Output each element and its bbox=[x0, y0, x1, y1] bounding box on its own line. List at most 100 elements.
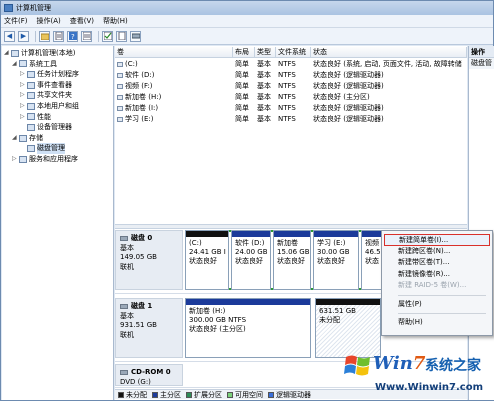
watermark-url: Www.Winwin7.com bbox=[375, 382, 484, 393]
context-menu-item[interactable]: 新建镜像卷(R)... bbox=[384, 269, 490, 281]
menu-action[interactable]: 操作(A) bbox=[37, 16, 61, 26]
legend-label: 未分配 bbox=[126, 390, 147, 399]
volume-cell: 视频 (F:) bbox=[115, 81, 233, 92]
tree-item[interactable]: ▷ 本地用户和组 bbox=[2, 101, 113, 112]
tree-item-label: 存储 bbox=[29, 133, 43, 142]
volume-row[interactable]: 学习 (E:) 简单 基本 NTFS 状态良好 (逻辑驱动器) bbox=[115, 114, 467, 125]
volume-cell: 简单 bbox=[235, 115, 249, 123]
disk-label[interactable]: 磁盘 0 基本 149.05 GB 联机 bbox=[115, 230, 183, 290]
volume-icon bbox=[117, 62, 123, 67]
disk-type: 基本 bbox=[120, 311, 134, 320]
disk-name: 磁盘 1 bbox=[120, 302, 182, 312]
tree-item[interactable]: ◢ 计算机管理(本地) bbox=[2, 48, 113, 59]
menu-bar: 文件(F) 操作(A) 查看(V) 帮助(H) bbox=[1, 15, 493, 28]
col-filesystem[interactable]: 文件系统 bbox=[276, 47, 311, 57]
volume-cell: 状态良好 (系统, 启动, 页面文件, 活动, 故障转储 bbox=[313, 60, 462, 68]
tree-item[interactable]: ◢ 系统工具 bbox=[2, 59, 113, 70]
context-menu-item[interactable]: 属性(P) bbox=[384, 299, 490, 311]
context-menu-item[interactable]: 新建带区卷(T)... bbox=[384, 257, 490, 269]
context-menu-item[interactable]: 帮助(H) bbox=[384, 317, 490, 329]
partition-status: 状态良好 bbox=[235, 257, 263, 265]
tree-item[interactable]: ▷ 任务计划程序 bbox=[2, 69, 113, 80]
partition-status: 状态良好 bbox=[189, 257, 217, 265]
partition[interactable]: 软件 (D:) 24.00 GB 状态良好 bbox=[231, 230, 271, 290]
volume-cell: NTFS bbox=[278, 115, 296, 123]
volume-row[interactable]: 新加卷 (H:) 简单 基本 NTFS 状态良好 (主分区) bbox=[115, 92, 467, 103]
app-icon bbox=[4, 4, 13, 12]
volume-row[interactable]: (C:) 简单 基本 NTFS 状态良好 (系统, 启动, 页面文件, 活动, 故障转储 bbox=[115, 59, 467, 70]
expand-arrow-icon[interactable]: ◢ bbox=[4, 48, 11, 59]
expand-arrow-icon[interactable]: ▷ bbox=[20, 101, 27, 112]
disk-label[interactable]: CD-ROM 0 DVD (G:) bbox=[115, 364, 183, 386]
partition[interactable]: 学习 (E:) 30.00 GB 状态良好 bbox=[313, 230, 359, 290]
expand-arrow-icon[interactable]: ◢ bbox=[12, 59, 19, 70]
expand-arrow-icon[interactable]: ▷ bbox=[20, 80, 27, 91]
volume-cell: 基本 bbox=[257, 93, 271, 101]
forward-arrow-icon[interactable]: ▶ bbox=[18, 30, 29, 42]
volume-cell: NTFS bbox=[278, 104, 296, 112]
partition[interactable]: (C:) 24.41 GB I 状态良好 bbox=[185, 230, 229, 290]
disk-view-icon[interactable] bbox=[130, 30, 141, 42]
disk-status: 联机 bbox=[120, 262, 134, 271]
expand-arrow-icon[interactable]: ◢ bbox=[12, 133, 19, 144]
tree-node-icon bbox=[27, 102, 35, 110]
disk-type: 基本 bbox=[120, 243, 134, 252]
help-icon[interactable]: ? bbox=[67, 30, 78, 42]
toolbar-separator bbox=[35, 30, 36, 42]
tree-node-icon bbox=[19, 60, 27, 68]
disk-label[interactable]: 磁盘 1 基本 931.51 GB 联机 bbox=[115, 298, 183, 358]
disk-icon bbox=[120, 370, 128, 376]
document-icon[interactable] bbox=[116, 30, 127, 42]
partition-status: 状态良好 (主分区) bbox=[189, 325, 246, 333]
properties-icon[interactable] bbox=[53, 30, 64, 42]
context-menu-item[interactable]: 新建跨区卷(N)... bbox=[384, 246, 490, 258]
partition-label: 学习 (E:) bbox=[317, 239, 346, 247]
tree-item[interactable]: ▷ 共享文件夹 bbox=[2, 90, 113, 101]
tree-item[interactable]: ▷ 事件查看器 bbox=[2, 80, 113, 91]
col-status[interactable]: 状态 bbox=[311, 47, 467, 57]
checklist-icon[interactable] bbox=[102, 30, 113, 42]
tree-item[interactable]: 磁盘管理 bbox=[2, 143, 113, 154]
tree-item-label: 服务和应用程序 bbox=[29, 154, 78, 163]
expand-arrow-icon[interactable]: ▷ bbox=[20, 90, 27, 101]
tree-item-label: 磁盘管理 bbox=[37, 143, 65, 154]
context-menu-item[interactable]: 新建简单卷(I)... bbox=[384, 234, 490, 246]
menu-file[interactable]: 文件(F) bbox=[4, 16, 28, 26]
volume-row[interactable]: 新加卷 (I:) 简单 基本 NTFS 状态良好 (逻辑驱动器) bbox=[115, 103, 467, 114]
tree-node-icon bbox=[27, 123, 35, 131]
pane-splitter[interactable] bbox=[115, 224, 467, 229]
volume-row[interactable]: 软件 (D:) 简单 基本 NTFS 状态良好 (逻辑驱动器) bbox=[115, 70, 467, 81]
watermark-logo: Win7 系统之家 Www.Winwin7.com bbox=[335, 345, 494, 402]
col-type[interactable]: 类型 bbox=[255, 47, 276, 57]
watermark-brand-cn: 系统之家 bbox=[425, 358, 481, 374]
partition-status: 未分配 bbox=[319, 316, 340, 324]
menu-help[interactable]: 帮助(H) bbox=[103, 16, 128, 26]
partition[interactable]: 新加卷 (H:) 300.00 GB NTFS 状态良好 (主分区) bbox=[185, 298, 311, 358]
volume-row[interactable]: 视频 (F:) 简单 基本 NTFS 状态良好 (逻辑驱动器) bbox=[115, 81, 467, 92]
volume-cell: 简单 bbox=[235, 104, 249, 112]
legend-label: 逻辑驱动器 bbox=[276, 390, 311, 399]
volume-cell: 状态良好 (逻辑驱动器) bbox=[313, 115, 384, 123]
partition[interactable]: 新加卷 15.06 GB 状态良好 bbox=[273, 230, 311, 290]
menu-separator bbox=[398, 313, 486, 314]
folder-icon[interactable] bbox=[39, 30, 50, 42]
legend-item: 扩展分区 bbox=[186, 390, 222, 400]
list-view-icon[interactable] bbox=[81, 30, 92, 42]
disk-icon bbox=[120, 236, 128, 242]
tree-item[interactable]: ▷ 性能 bbox=[2, 112, 113, 123]
col-volume[interactable]: 卷 bbox=[115, 47, 233, 57]
expand-arrow-icon[interactable]: ▷ bbox=[20, 69, 27, 80]
col-layout[interactable]: 布局 bbox=[233, 47, 255, 57]
actions-disk-management[interactable]: 磁盘管 bbox=[469, 58, 494, 69]
expand-arrow-icon[interactable]: ▷ bbox=[12, 154, 19, 165]
disk-status: 联机 bbox=[120, 330, 134, 339]
expand-arrow-icon[interactable]: ▷ bbox=[20, 112, 27, 123]
volume-name: 软件 (D:) bbox=[125, 71, 155, 79]
legend-item: 可用空间 bbox=[227, 390, 263, 400]
tree-node-icon bbox=[27, 81, 35, 89]
back-arrow-icon[interactable]: ◀ bbox=[4, 30, 15, 42]
menu-view[interactable]: 查看(V) bbox=[70, 16, 94, 26]
tree-item[interactable]: ▷ 服务和应用程序 bbox=[2, 154, 113, 165]
tree-item[interactable]: 设备管理器 bbox=[2, 122, 113, 133]
tree-item[interactable]: ◢ 存储 bbox=[2, 133, 113, 144]
